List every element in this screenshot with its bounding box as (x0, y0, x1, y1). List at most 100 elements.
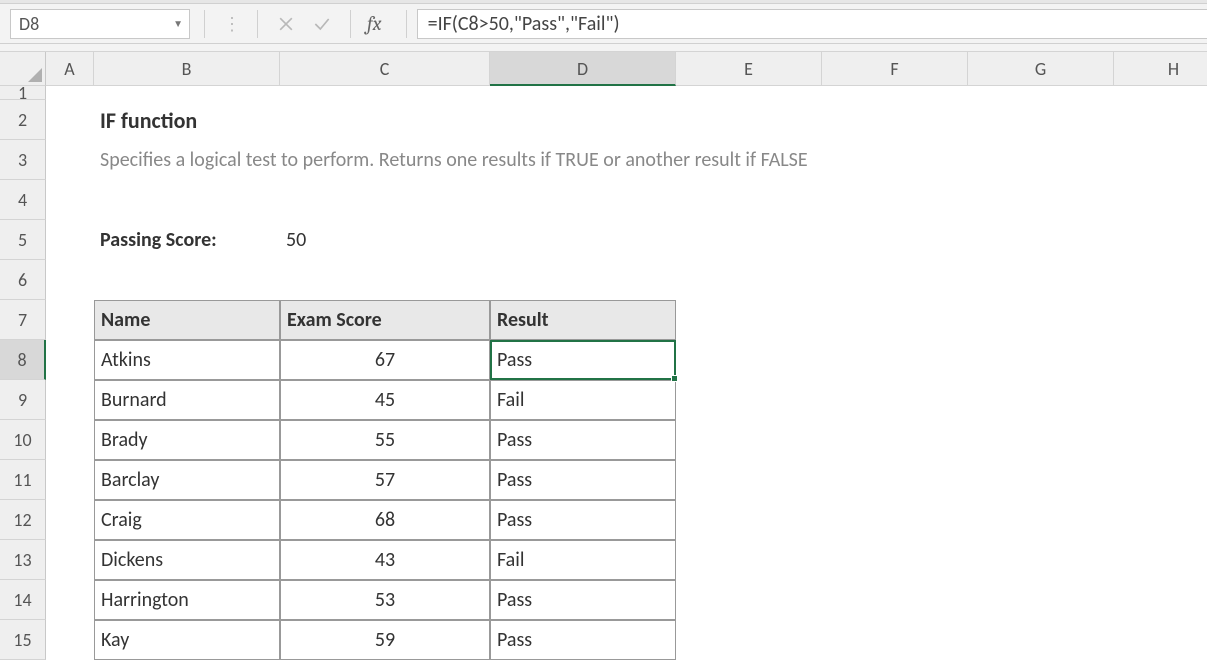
cell-C4[interactable] (280, 180, 490, 220)
cell-B5[interactable]: Passing Score: (94, 220, 280, 260)
cell-H4[interactable] (1114, 180, 1207, 220)
cell-G8[interactable] (968, 340, 1114, 380)
cell-F11[interactable] (822, 460, 968, 500)
cell-A11[interactable] (46, 460, 94, 500)
cell-A14[interactable] (46, 580, 94, 620)
cell-B11[interactable]: Barclay (94, 460, 280, 500)
cell-B12[interactable]: Craig (94, 500, 280, 540)
cell-C9[interactable]: 45 (280, 380, 490, 420)
cell-G4[interactable] (968, 180, 1114, 220)
cell-B8[interactable]: Atkins (94, 340, 280, 380)
cell-F4[interactable] (822, 180, 968, 220)
cell-E14[interactable] (676, 580, 822, 620)
row-header-5[interactable]: 5 (0, 220, 46, 260)
cell-B7[interactable]: Name (94, 300, 280, 340)
cell-F8[interactable] (822, 340, 968, 380)
cell-G5[interactable] (968, 220, 1114, 260)
formula-input[interactable]: =IF(C8>50,"Pass","Fail") (417, 9, 1207, 39)
cell-E15[interactable] (676, 620, 822, 660)
cell-D14[interactable]: Pass (490, 580, 676, 620)
cell-F2[interactable] (822, 100, 968, 140)
cell-A8[interactable] (46, 340, 94, 380)
chevron-down-icon[interactable]: ▼ (173, 17, 183, 30)
cell-F14[interactable] (822, 580, 968, 620)
row-header-13[interactable]: 13 (0, 540, 46, 580)
enter-button[interactable] (304, 9, 340, 39)
cell-H12[interactable] (1114, 500, 1207, 540)
cell-C8[interactable]: 67 (280, 340, 490, 380)
cell-H9[interactable] (1114, 380, 1207, 420)
cell-H10[interactable] (1114, 420, 1207, 460)
col-header-C[interactable]: C (280, 52, 490, 86)
row-header-8[interactable]: 8 (0, 340, 46, 380)
cell-H1[interactable] (1114, 86, 1207, 100)
cell-A2[interactable] (46, 100, 94, 140)
row-header-2[interactable]: 2 (0, 100, 46, 140)
cell-D9[interactable]: Fail (490, 380, 676, 420)
cell-G2[interactable] (968, 100, 1114, 140)
cell-C3[interactable] (280, 140, 490, 180)
cell-F10[interactable] (822, 420, 968, 460)
cell-B3[interactable]: Specifies a logical test to perform. Ret… (94, 140, 280, 180)
col-header-A[interactable]: A (46, 52, 94, 86)
cell-H11[interactable] (1114, 460, 1207, 500)
cell-F7[interactable] (822, 300, 968, 340)
cell-F12[interactable] (822, 500, 968, 540)
cell-G14[interactable] (968, 580, 1114, 620)
cell-C12[interactable]: 68 (280, 500, 490, 540)
cell-G9[interactable] (968, 380, 1114, 420)
cell-B2[interactable]: IF function (94, 100, 280, 140)
cell-G3[interactable] (968, 140, 1114, 180)
cell-H14[interactable] (1114, 580, 1207, 620)
cell-F5[interactable] (822, 220, 968, 260)
row-header-3[interactable]: 3 (0, 140, 46, 180)
row-header-1[interactable]: 1 (0, 86, 46, 100)
cell-F13[interactable] (822, 540, 968, 580)
cell-F1[interactable] (822, 86, 968, 100)
cell-A4[interactable] (46, 180, 94, 220)
cell-F15[interactable] (822, 620, 968, 660)
fx-button[interactable]: fx (361, 12, 396, 35)
cell-D1[interactable] (490, 86, 676, 100)
cell-E11[interactable] (676, 460, 822, 500)
cell-E6[interactable] (676, 260, 822, 300)
row-header-12[interactable]: 12 (0, 500, 46, 540)
cell-C2[interactable] (280, 100, 490, 140)
cell-C14[interactable]: 53 (280, 580, 490, 620)
cell-D3[interactable] (490, 140, 676, 180)
cell-F6[interactable] (822, 260, 968, 300)
cell-H2[interactable] (1114, 100, 1207, 140)
cell-A3[interactable] (46, 140, 94, 180)
cell-B13[interactable]: Dickens (94, 540, 280, 580)
cell-D13[interactable]: Fail (490, 540, 676, 580)
cell-F3[interactable] (822, 140, 968, 180)
cancel-button[interactable] (268, 9, 304, 39)
cell-H13[interactable] (1114, 540, 1207, 580)
cell-G1[interactable] (968, 86, 1114, 100)
cell-E1[interactable] (676, 86, 822, 100)
col-header-F[interactable]: F (822, 52, 968, 86)
cell-A7[interactable] (46, 300, 94, 340)
row-header-10[interactable]: 10 (0, 420, 46, 460)
cell-E7[interactable] (676, 300, 822, 340)
cell-C10[interactable]: 55 (280, 420, 490, 460)
cell-C15[interactable]: 59 (280, 620, 490, 660)
row-header-15[interactable]: 15 (0, 620, 46, 660)
col-header-G[interactable]: G (968, 52, 1114, 86)
select-all-corner[interactable] (0, 52, 46, 86)
cell-D11[interactable]: Pass (490, 460, 676, 500)
cell-D5[interactable] (490, 220, 676, 260)
col-header-E[interactable]: E (676, 52, 822, 86)
cell-H8[interactable] (1114, 340, 1207, 380)
col-header-B[interactable]: B (94, 52, 280, 86)
spreadsheet-grid[interactable]: A B C D E F G H 1 2 IF function 3 Specif… (0, 52, 1207, 660)
row-header-6[interactable]: 6 (0, 260, 46, 300)
cell-C11[interactable]: 57 (280, 460, 490, 500)
row-header-9[interactable]: 9 (0, 380, 46, 420)
cell-B1[interactable] (94, 86, 280, 100)
cell-D2[interactable] (490, 100, 676, 140)
cell-A9[interactable] (46, 380, 94, 420)
cell-G7[interactable] (968, 300, 1114, 340)
cell-A1[interactable] (46, 86, 94, 100)
col-header-H[interactable]: H (1114, 52, 1207, 86)
